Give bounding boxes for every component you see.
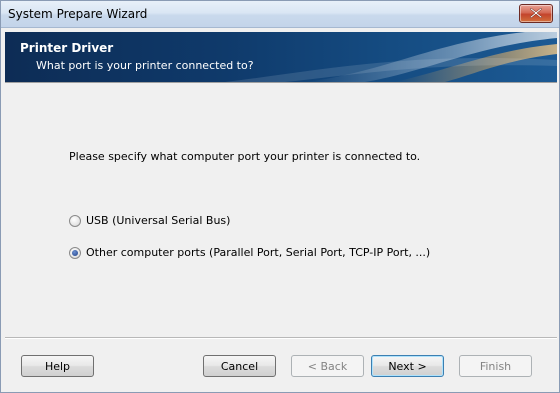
close-button[interactable] (519, 4, 553, 23)
radio-option-usb[interactable]: USB (Universal Serial Bus) (69, 214, 230, 227)
banner-subtitle: What port is your printer connected to? (36, 59, 254, 72)
wizard-content: Please specify what computer port your p… (5, 83, 557, 336)
usb-radio-label[interactable]: USB (Universal Serial Bus) (86, 214, 230, 227)
other-ports-radio-button[interactable] (69, 246, 81, 259)
cancel-button[interactable]: Cancel (203, 355, 276, 377)
wizard-window: System Prepare Wizard Printer Driver Wha… (0, 0, 560, 393)
finish-button[interactable]: Finish (459, 355, 532, 377)
other-ports-radio-label[interactable]: Other computer ports (Parallel Port, Ser… (86, 246, 430, 259)
footer-divider-highlight (5, 338, 557, 339)
help-button[interactable]: Help (21, 355, 94, 377)
title-bar: System Prepare Wizard (1, 1, 559, 28)
instruction-text: Please specify what computer port your p… (69, 150, 421, 163)
usb-radio-button[interactable] (69, 214, 81, 227)
radio-option-other-ports[interactable]: Other computer ports (Parallel Port, Ser… (69, 246, 430, 259)
next-button[interactable]: Next > (371, 355, 444, 377)
window-title: System Prepare Wizard (8, 7, 148, 21)
banner-title: Printer Driver (20, 41, 114, 55)
banner-swirl-graphic (225, 32, 557, 82)
close-icon (530, 8, 542, 18)
back-button[interactable]: < Back (291, 355, 364, 377)
header-banner: Printer Driver What port is your printer… (5, 32, 557, 82)
